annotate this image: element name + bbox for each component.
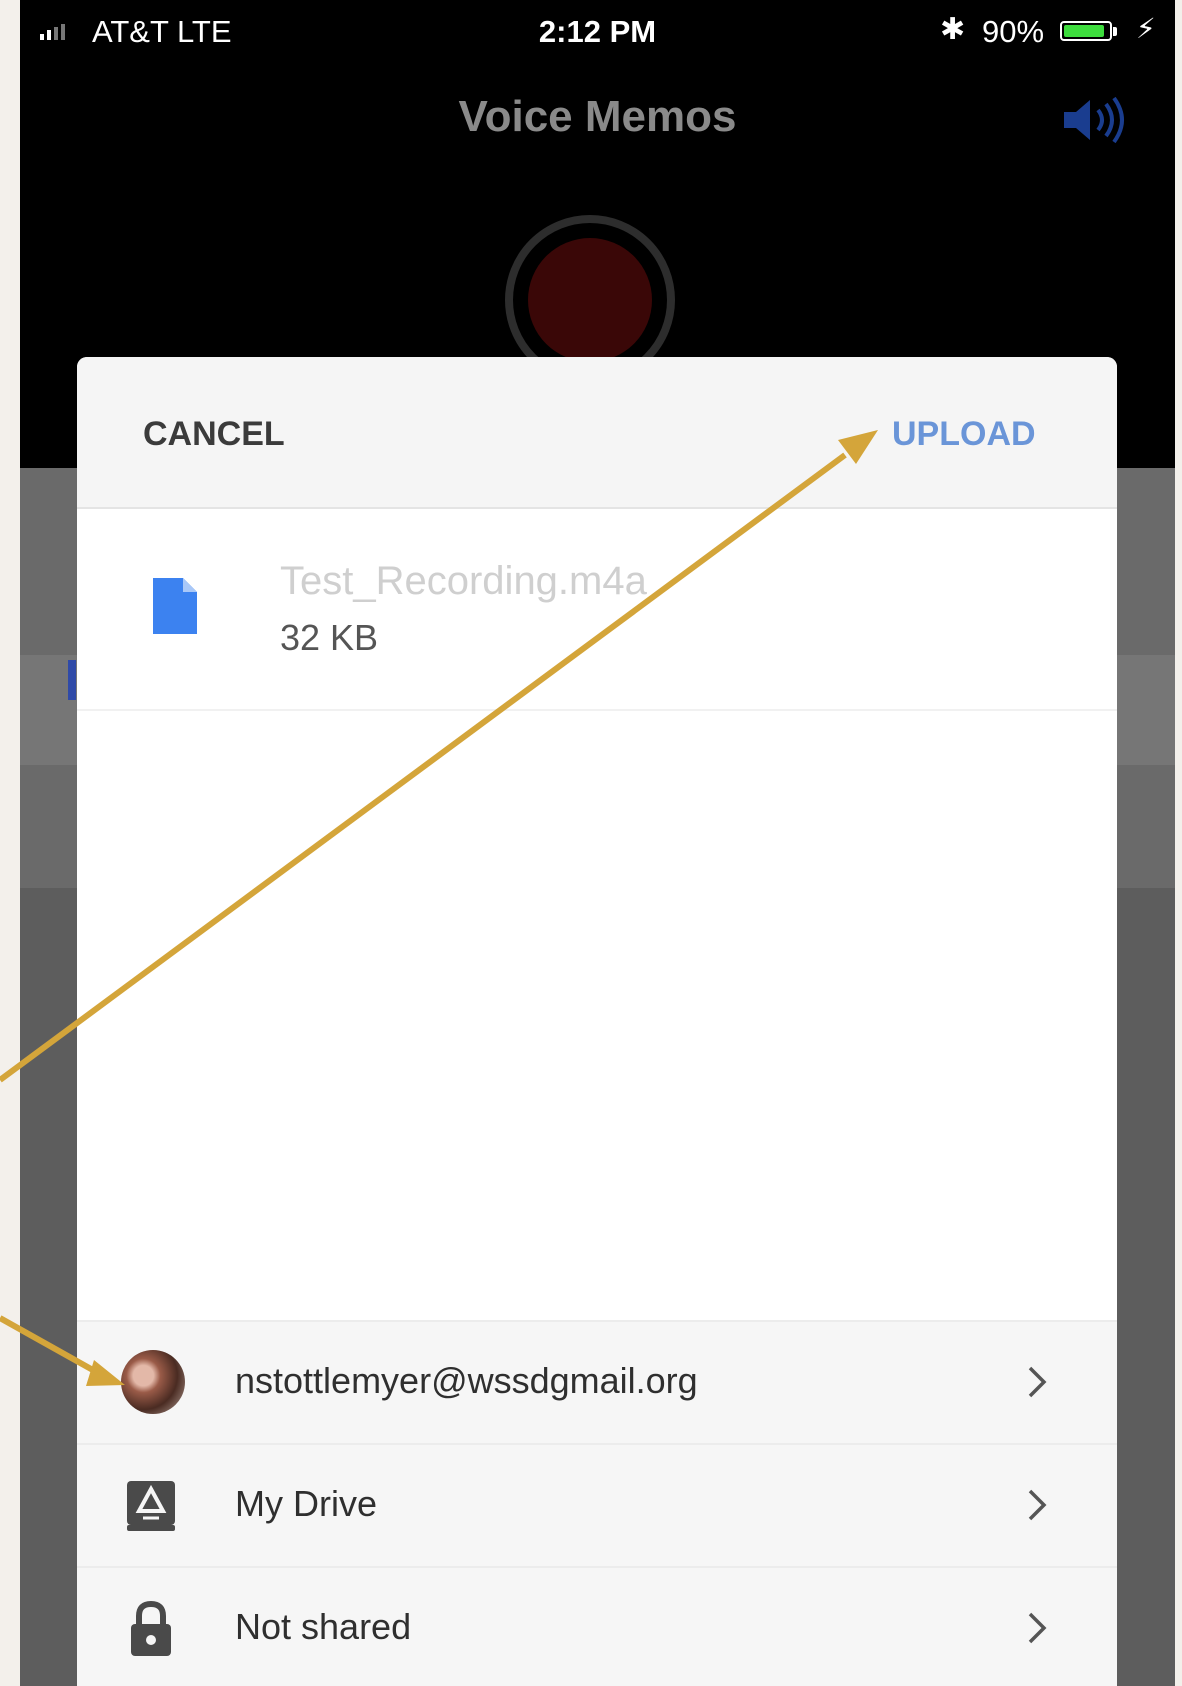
drive-icon	[127, 1481, 175, 1531]
folder-selector[interactable]: My Drive	[77, 1443, 1117, 1567]
record-button[interactable]	[528, 238, 652, 362]
screenshot: AT&T LTE 2:12 PM ✱ 90% ⚡ Voice Memos CAN…	[0, 0, 1182, 1686]
sheet-header: CANCEL UPLOAD	[77, 357, 1117, 509]
battery-tip	[1113, 27, 1117, 36]
charging-icon: ⚡	[1136, 13, 1156, 44]
file-item: Test_Recording.m4a 32 KB	[77, 509, 1117, 711]
battery-icon	[1060, 21, 1112, 41]
bluetooth-icon: ✱	[940, 13, 966, 46]
lock-icon	[131, 1600, 171, 1656]
status-bar: AT&T LTE 2:12 PM ✱ 90% ⚡	[20, 0, 1175, 62]
sharing-selector[interactable]: Not shared	[77, 1566, 1117, 1686]
battery-level	[1064, 25, 1104, 37]
speaker-icon[interactable]	[1060, 92, 1130, 148]
cancel-button[interactable]: CANCEL	[143, 415, 285, 454]
chevron-right-icon	[1028, 1489, 1047, 1521]
avatar	[121, 1350, 185, 1414]
file-size: 32 KB	[280, 617, 379, 658]
account-selector[interactable]: nstottlemyer@wssdgmail.org	[77, 1320, 1117, 1444]
sharing-status: Not shared	[235, 1606, 412, 1647]
phone-screen: AT&T LTE 2:12 PM ✱ 90% ⚡ Voice Memos CAN…	[20, 0, 1175, 1686]
file-name: Test_Recording.m4a	[280, 559, 647, 603]
document-icon	[153, 578, 197, 634]
chevron-right-icon	[1028, 1612, 1047, 1644]
app-title: Voice Memos	[458, 92, 737, 141]
chevron-right-icon	[1028, 1366, 1047, 1398]
folder-name: My Drive	[235, 1483, 377, 1524]
battery-percentage: 90%	[982, 14, 1045, 49]
upload-button[interactable]: UPLOAD	[892, 415, 1036, 454]
upload-sheet: CANCEL UPLOAD Test_Recording.m4a 32 KB n…	[77, 357, 1117, 1686]
dimmed-accent-bar	[68, 660, 76, 700]
account-email: nstottlemyer@wssdgmail.org	[235, 1360, 698, 1401]
